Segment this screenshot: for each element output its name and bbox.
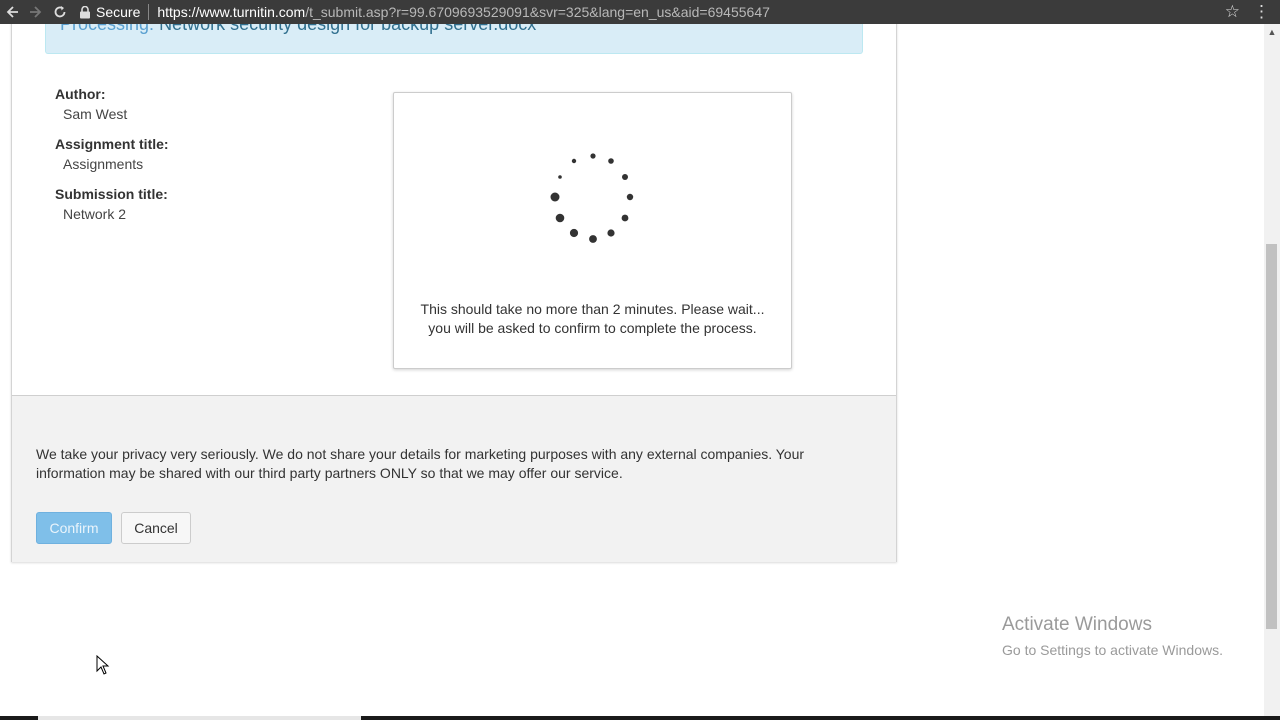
menu-icon[interactable]: ⋮ [1253, 0, 1270, 24]
page-scrollbar[interactable]: ▲ [1264, 24, 1280, 716]
activate-windows-watermark: Activate Windows Go to Settings to activ… [1002, 614, 1223, 658]
reload-icon[interactable] [48, 0, 72, 24]
submission-title-value: Network 2 [63, 206, 127, 222]
browser-toolbar: Secure https://www.turnitin.com/t_submit… [0, 0, 1280, 24]
submission-title-label: Submission title: [55, 186, 168, 202]
assignment-title-value: Assignments [63, 156, 144, 172]
taskbar-active-item[interactable] [38, 716, 361, 720]
back-icon[interactable] [0, 0, 24, 24]
alert-filename: Network security design for backup serve… [159, 24, 537, 34]
address-divider [148, 4, 150, 20]
assignment-title-label: Assignment title: [55, 136, 169, 152]
address-bar[interactable]: https://www.turnitin.com/t_submit.asp?r=… [157, 4, 770, 20]
cancel-button[interactable]: Cancel [121, 512, 191, 544]
url-host: https://www.turnitin.com [157, 4, 306, 20]
secure-label: Secure [96, 4, 141, 20]
scrollbar-thumb[interactable] [1266, 244, 1277, 629]
author-label: Author: [55, 86, 106, 102]
loading-spinner-icon [550, 153, 634, 243]
watermark-subtitle: Go to Settings to activate Windows. [1002, 642, 1223, 658]
url-path: /t_submit.asp?r=99.6709693529091&svr=325… [305, 4, 770, 20]
processing-message: This should take no more than 2 minutes.… [420, 301, 765, 336]
page-content: Processing: Network security design for … [0, 24, 1264, 716]
submission-details: Author: Sam West Assignment title: Assig… [55, 86, 169, 236]
privacy-notice: We take your privacy very seriously. We … [36, 446, 805, 481]
star-icon[interactable]: ☆ [1225, 0, 1240, 24]
author-value: Sam West [63, 106, 128, 122]
processing-alert: Processing: Network security design for … [45, 24, 863, 54]
forward-icon[interactable] [24, 0, 48, 24]
watermark-title: Activate Windows [1002, 614, 1152, 635]
mouse-pointer-icon [96, 655, 110, 675]
lock-icon [78, 5, 92, 19]
panel-footer: We take your privacy very seriously. We … [12, 395, 896, 562]
alert-label: Processing: [60, 24, 155, 34]
submission-panel: Processing: Network security design for … [11, 24, 897, 562]
processing-box: This should take no more than 2 minutes.… [393, 92, 792, 369]
scroll-up-icon[interactable]: ▲ [1264, 24, 1280, 40]
alert-text: Processing: Network security design for … [60, 24, 536, 35]
taskbar-strip [0, 716, 1280, 720]
confirm-button[interactable]: Confirm [36, 512, 112, 544]
